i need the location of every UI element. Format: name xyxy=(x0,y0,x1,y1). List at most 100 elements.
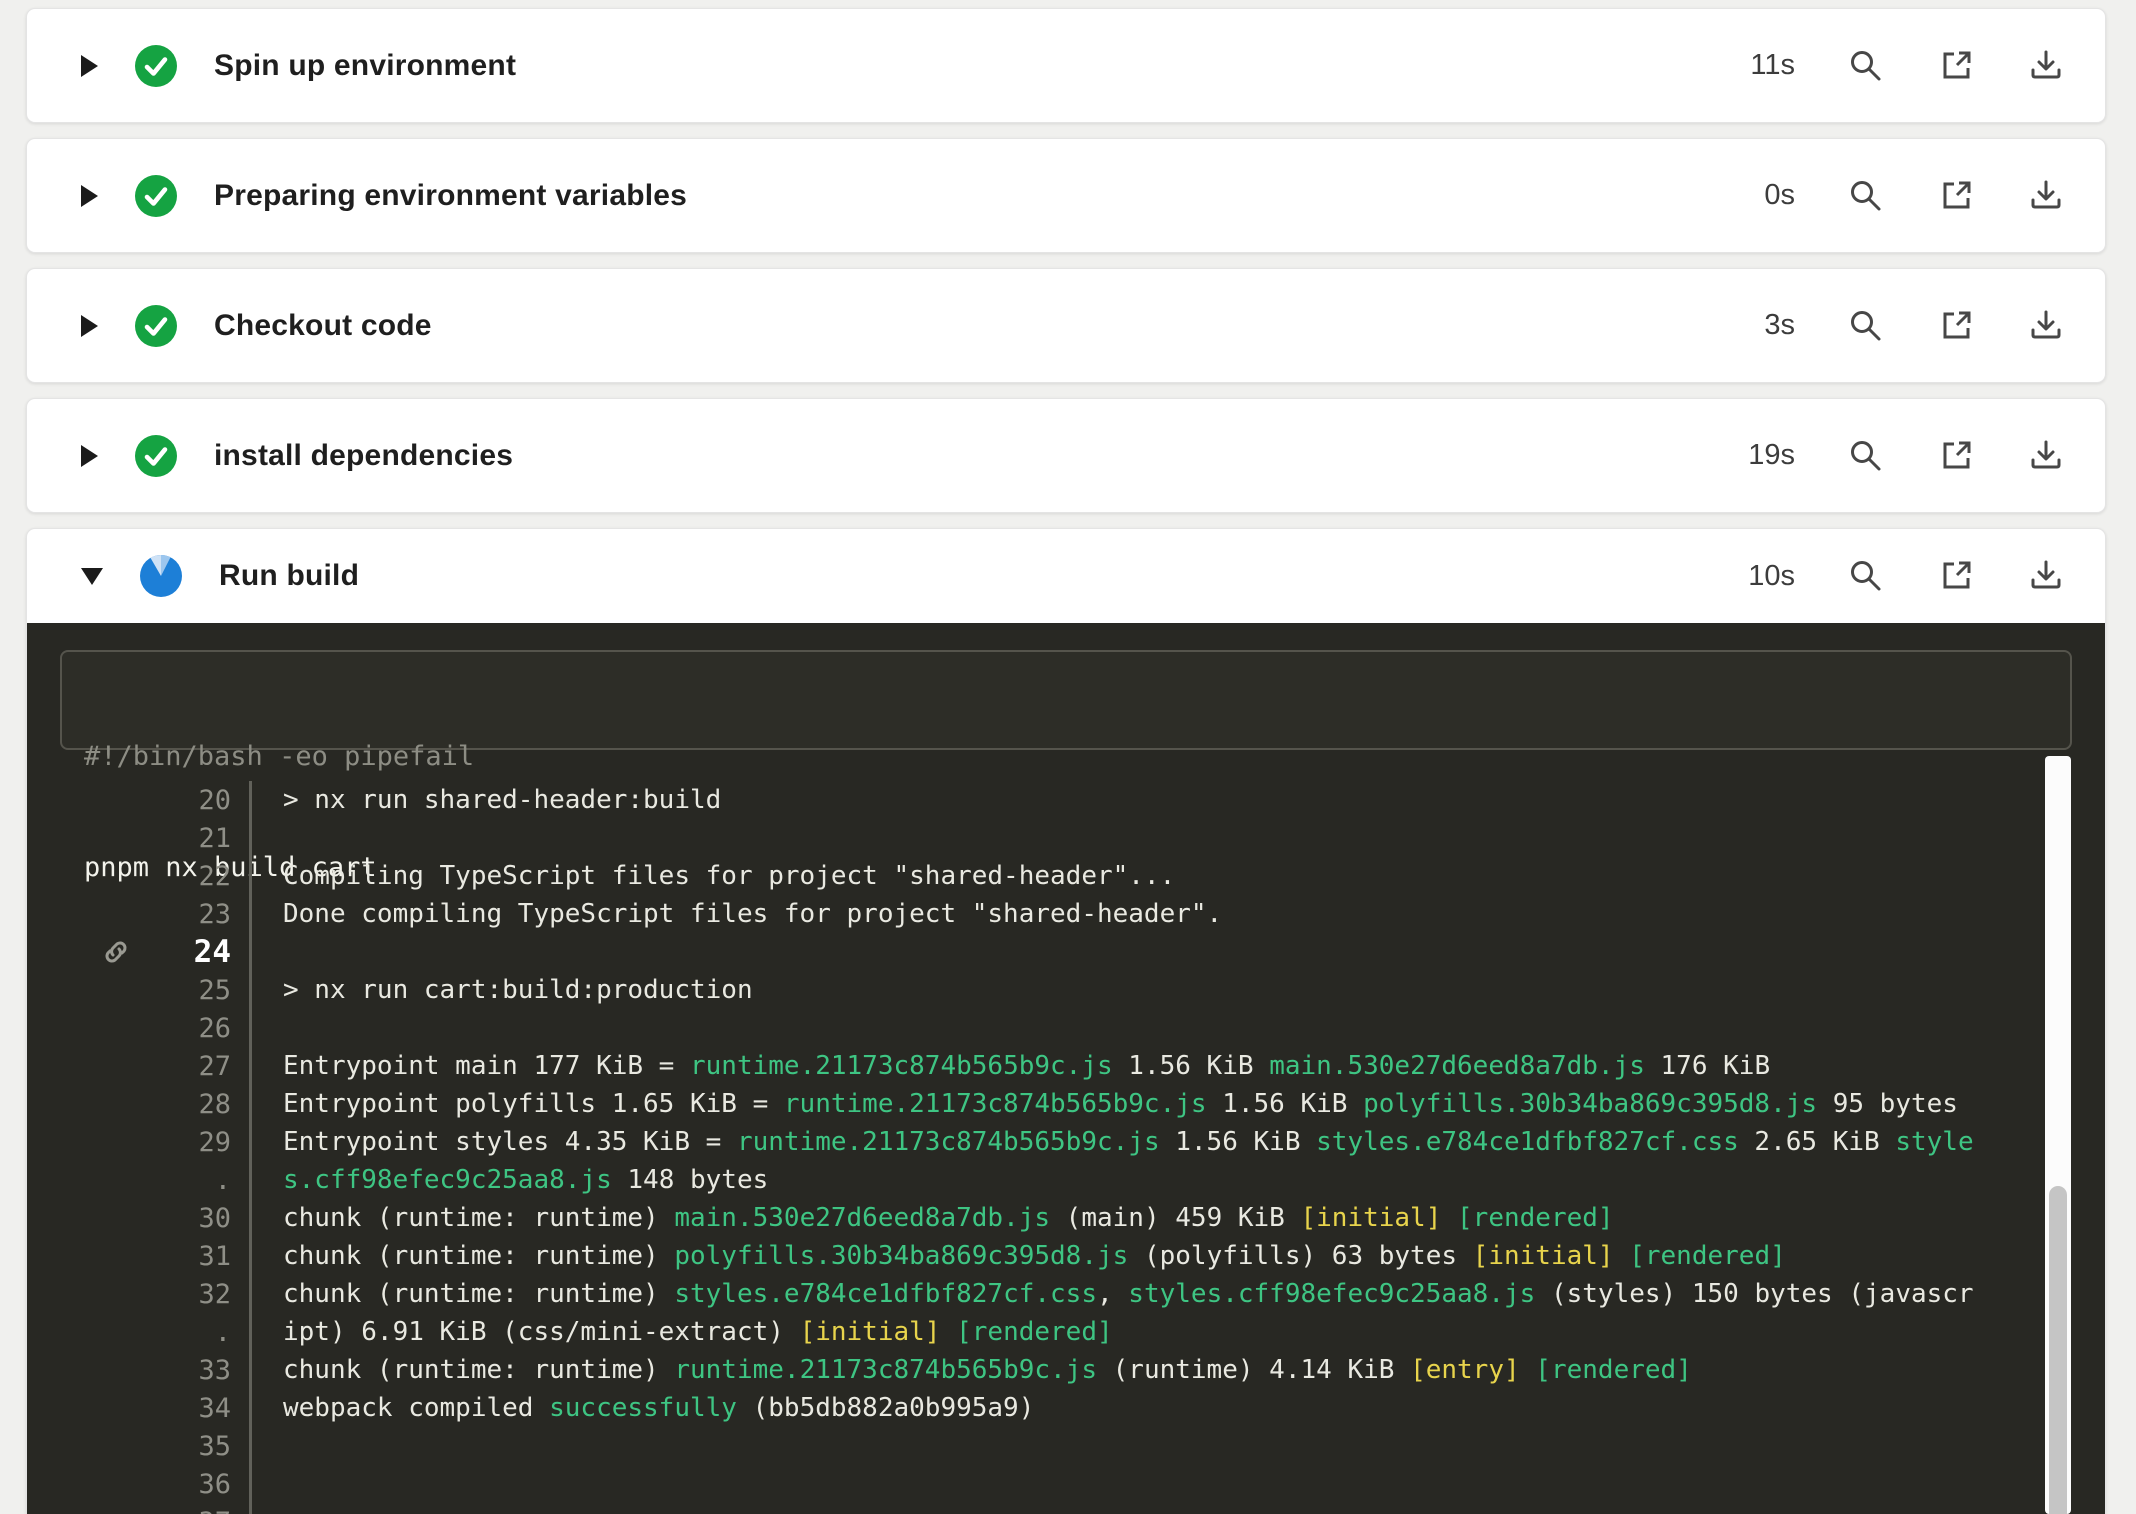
log-line-text: Compiling TypeScript files for project "… xyxy=(249,861,1175,891)
step-row-checkout-code: Checkout code 3s xyxy=(26,268,2106,383)
log-line: 34webpack compiled successfully (bb5db88… xyxy=(27,1389,2105,1427)
log-line-text: Done compiling TypeScript files for proj… xyxy=(249,899,1222,929)
search-logs-button[interactable] xyxy=(1847,307,1885,345)
search-logs-button[interactable] xyxy=(1847,437,1885,475)
line-number: 22 xyxy=(27,861,249,892)
log-line: 24 xyxy=(27,933,2105,971)
step-header[interactable]: Preparing environment variables 0s xyxy=(27,139,2105,252)
log-line-text: s.cff98efec9c25aa8.js 148 bytes xyxy=(249,1165,768,1195)
step-duration: 19s xyxy=(1748,439,1795,472)
log-line: 32chunk (runtime: runtime) styles.e784ce… xyxy=(27,1275,2105,1313)
line-number: 33 xyxy=(27,1355,249,1386)
log-line-text: chunk (runtime: runtime) polyfills.30b34… xyxy=(249,1241,1786,1271)
log-line: 27Entrypoint main 177 KiB = runtime.2117… xyxy=(27,1047,2105,1085)
step-row-install-dependencies: install dependencies 19s xyxy=(26,398,2106,513)
status-success-icon xyxy=(134,174,178,218)
step-row-spin-up-environment: Spin up environment 11s xyxy=(26,8,2106,123)
search-logs-button[interactable] xyxy=(1847,557,1885,595)
log-line-text: ipt) 6.91 KiB (css/mini-extract) [initia… xyxy=(249,1317,1113,1347)
step-duration: 11s xyxy=(1750,49,1795,82)
line-number: 27 xyxy=(27,1051,249,1082)
log-line-text: Entrypoint styles 4.35 KiB = runtime.211… xyxy=(249,1127,1974,1157)
line-number: 34 xyxy=(27,1393,249,1424)
search-logs-button[interactable] xyxy=(1847,177,1885,215)
download-logs-button[interactable] xyxy=(2027,177,2065,215)
log-lines: 20> nx run shared-header:build2122Compil… xyxy=(27,781,2105,1514)
open-in-new-tab-button[interactable] xyxy=(1937,47,1975,85)
step-duration: 3s xyxy=(1764,309,1795,342)
chevron-right-icon[interactable] xyxy=(81,315,98,337)
chevron-right-icon[interactable] xyxy=(81,55,98,77)
log-line-text: Entrypoint main 177 KiB = runtime.21173c… xyxy=(249,1051,1770,1081)
step-header[interactable]: Run build 10s xyxy=(27,529,2105,623)
steps-list: Spin up environment 11s Preparing enviro… xyxy=(26,8,2106,1514)
step-title: Run build xyxy=(219,559,359,593)
step-duration: 10s xyxy=(1748,560,1795,593)
line-number: 35 xyxy=(27,1431,249,1462)
log-line-text: Entrypoint polyfills 1.65 KiB = runtime.… xyxy=(249,1089,1958,1119)
line-number: 20 xyxy=(27,785,249,816)
log-line: 33chunk (runtime: runtime) runtime.21173… xyxy=(27,1351,2105,1389)
line-link-icon[interactable] xyxy=(101,937,131,967)
line-number: 23 xyxy=(27,899,249,930)
step-header[interactable]: install dependencies 19s xyxy=(27,399,2105,512)
build-job-steps-page: Spin up environment 11s Preparing enviro… xyxy=(0,0,2136,1514)
log-line: 26 xyxy=(27,1009,2105,1047)
log-line: 36 xyxy=(27,1465,2105,1503)
step-row-run-build: Run build 10s #!/bin/bash -eo pipefail p… xyxy=(26,528,2106,1514)
log-line: 20> nx run shared-header:build xyxy=(27,781,2105,819)
command-shebang: #!/bin/bash -eo pipefail xyxy=(84,738,2048,775)
log-line: 28Entrypoint polyfills 1.65 KiB = runtim… xyxy=(27,1085,2105,1123)
open-in-new-tab-button[interactable] xyxy=(1937,437,1975,475)
line-number: 26 xyxy=(27,1013,249,1044)
log-line: 31chunk (runtime: runtime) polyfills.30b… xyxy=(27,1237,2105,1275)
log-scrollbar[interactable] xyxy=(2045,756,2071,1514)
search-logs-button[interactable] xyxy=(1847,47,1885,85)
download-logs-button[interactable] xyxy=(2027,437,2065,475)
log-line-text: webpack compiled successfully (bb5db882a… xyxy=(249,1393,1034,1423)
chevron-down-icon[interactable] xyxy=(81,568,103,585)
chevron-right-icon[interactable] xyxy=(81,185,98,207)
open-in-new-tab-button[interactable] xyxy=(1937,177,1975,215)
line-number: 31 xyxy=(27,1241,249,1272)
step-title: Checkout code xyxy=(214,309,432,343)
log-line-text: chunk (runtime: runtime) runtime.21173c8… xyxy=(249,1355,1692,1385)
step-row-preparing-environment-variables: Preparing environment variables 0s xyxy=(26,138,2106,253)
step-header[interactable]: Spin up environment 11s xyxy=(27,9,2105,122)
download-logs-button[interactable] xyxy=(2027,47,2065,85)
line-number: 25 xyxy=(27,975,249,1006)
log-line: 29Entrypoint styles 4.35 KiB = runtime.2… xyxy=(27,1123,2105,1161)
log-line: 25> nx run cart:build:production xyxy=(27,971,2105,1009)
line-number: 36 xyxy=(27,1469,249,1500)
open-in-new-tab-button[interactable] xyxy=(1937,557,1975,595)
command-box: #!/bin/bash -eo pipefail pnpm nx build c… xyxy=(60,650,2072,750)
log-line: 21 xyxy=(27,819,2105,857)
step-duration: 0s xyxy=(1764,179,1795,212)
line-number: . xyxy=(27,1165,249,1196)
line-number: 24 xyxy=(27,934,249,970)
download-logs-button[interactable] xyxy=(2027,557,2065,595)
line-number: . xyxy=(27,1317,249,1348)
step-title: Spin up environment xyxy=(214,49,516,83)
line-number: 30 xyxy=(27,1203,249,1234)
status-success-icon xyxy=(134,304,178,348)
line-number: 37 xyxy=(27,1507,249,1514)
scrollbar-thumb[interactable] xyxy=(2049,1186,2067,1514)
status-running-icon xyxy=(139,554,183,598)
log-line: 37 xyxy=(27,1503,2105,1514)
chevron-right-icon[interactable] xyxy=(81,445,98,467)
download-logs-button[interactable] xyxy=(2027,307,2065,345)
log-line: 22Compiling TypeScript files for project… xyxy=(27,857,2105,895)
log-line-text: > nx run shared-header:build xyxy=(249,785,721,815)
step-title: Preparing environment variables xyxy=(214,179,687,213)
log-line-text: > nx run cart:build:production xyxy=(249,975,753,1005)
log-line: 23Done compiling TypeScript files for pr… xyxy=(27,895,2105,933)
step-header[interactable]: Checkout code 3s xyxy=(27,269,2105,382)
line-number: 32 xyxy=(27,1279,249,1310)
log-line: .s.cff98efec9c25aa8.js 148 bytes xyxy=(27,1161,2105,1199)
status-success-icon xyxy=(134,434,178,478)
log-line-text: chunk (runtime: runtime) styles.e784ce1d… xyxy=(249,1279,1974,1309)
open-in-new-tab-button[interactable] xyxy=(1937,307,1975,345)
log-line-text: chunk (runtime: runtime) main.530e27d6ee… xyxy=(249,1203,1614,1233)
terminal-panel: #!/bin/bash -eo pipefail pnpm nx build c… xyxy=(27,623,2105,1514)
